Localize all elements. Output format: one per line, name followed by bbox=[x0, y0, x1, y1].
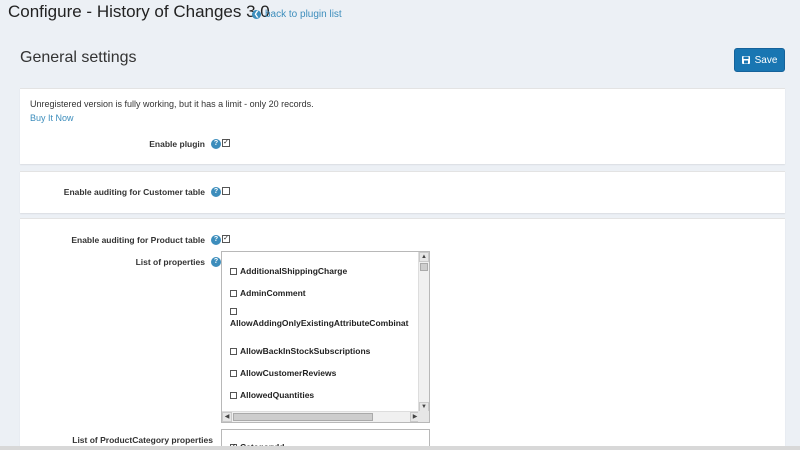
buy-it-now-link[interactable]: Buy It Now bbox=[30, 113, 74, 123]
property-checkbox[interactable] bbox=[230, 347, 237, 355]
horizontal-scroll-thumb[interactable] bbox=[233, 413, 373, 421]
list-item[interactable]: AllowCustomerReviews bbox=[230, 368, 336, 378]
scrollbar-corner bbox=[418, 411, 429, 422]
scroll-left-icon[interactable]: ◀ bbox=[222, 412, 232, 422]
unregistered-notice: Unregistered version is fully working, b… bbox=[30, 99, 314, 109]
list-properties-row: List of properties ? bbox=[136, 257, 221, 267]
enable-plugin-label: Enable plugin bbox=[149, 139, 205, 149]
product-auditing-label: Enable auditing for Product table bbox=[71, 235, 205, 245]
page-title: Configure - History of Changes 3.0 bbox=[8, 2, 270, 21]
property-checkbox[interactable] bbox=[230, 289, 237, 297]
list-properties-label: List of properties bbox=[135, 257, 205, 267]
question-circle-icon[interactable]: ? bbox=[211, 257, 221, 267]
category-properties-label: List of ProductCategory properties bbox=[72, 435, 213, 445]
vertical-scroll-thumb[interactable] bbox=[420, 263, 428, 271]
product-panel: Enable auditing for Product table ? ✓ Li… bbox=[20, 218, 785, 450]
list-item[interactable]: AllowAddingOnlyExistingAttributeCombinat bbox=[230, 308, 409, 328]
horizontal-scrollbar[interactable]: ◀ ▶ bbox=[222, 411, 420, 422]
property-checkbox[interactable] bbox=[230, 391, 237, 399]
save-button-label: Save bbox=[754, 54, 778, 66]
property-checkbox[interactable] bbox=[230, 267, 237, 275]
enable-plugin-checkbox[interactable]: ✓ bbox=[222, 139, 230, 147]
customer-auditing-checkbox[interactable] bbox=[222, 187, 230, 195]
question-circle-icon[interactable]: ? bbox=[211, 139, 221, 149]
page-header: Configure - History of Changes 3.0 ❮ bac… bbox=[0, 0, 800, 30]
section-title: General settings bbox=[20, 49, 137, 66]
floppy-disk-icon bbox=[741, 56, 750, 64]
list-item[interactable]: AdminComment bbox=[230, 288, 306, 298]
vertical-scrollbar[interactable]: ▲ ▼ bbox=[418, 252, 429, 412]
list-item[interactable]: AllowedQuantities bbox=[230, 390, 314, 400]
property-checkbox[interactable] bbox=[230, 369, 237, 377]
product-auditing-checkbox[interactable]: ✓ bbox=[222, 235, 230, 243]
property-checkbox[interactable] bbox=[230, 308, 237, 315]
list-item[interactable]: AdditionalShippingCharge bbox=[230, 266, 347, 276]
question-circle-icon[interactable]: ? bbox=[211, 235, 221, 245]
customer-panel: Enable auditing for Customer table ? bbox=[20, 171, 785, 213]
back-to-plugin-list-link[interactable]: ❮ back to plugin list bbox=[252, 9, 342, 20]
product-auditing-row: Enable auditing for Product table ? bbox=[71, 235, 221, 245]
customer-auditing-row: Enable auditing for Customer table ? bbox=[64, 187, 221, 197]
question-circle-icon[interactable]: ? bbox=[211, 187, 221, 197]
back-link-label: back to plugin list bbox=[265, 9, 342, 20]
properties-listbox[interactable]: AdditionalShippingCharge AdminComment Al… bbox=[221, 251, 430, 423]
bottom-border bbox=[0, 446, 800, 450]
general-panel: Unregistered version is fully working, b… bbox=[20, 88, 785, 164]
arrow-circle-left-icon: ❮ bbox=[252, 10, 261, 19]
category-properties-row: List of ProductCategory properties bbox=[72, 435, 213, 445]
scroll-up-icon[interactable]: ▲ bbox=[419, 252, 429, 262]
save-button[interactable]: Save bbox=[734, 48, 785, 72]
list-item[interactable]: AllowBackInStockSubscriptions bbox=[230, 346, 370, 356]
customer-auditing-label: Enable auditing for Customer table bbox=[63, 187, 205, 197]
enable-plugin-row: Enable plugin ? bbox=[149, 139, 221, 149]
